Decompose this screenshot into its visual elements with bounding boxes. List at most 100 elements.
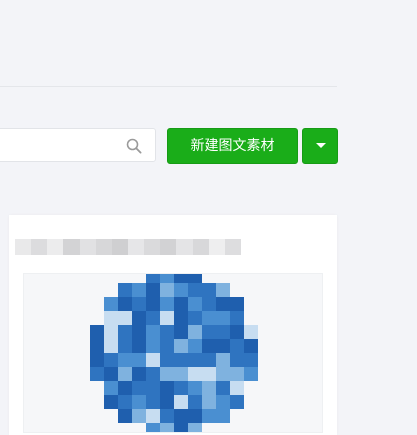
mosaic-pixel (230, 297, 244, 311)
mosaic-pixel (202, 283, 216, 297)
material-card[interactable] (9, 215, 337, 435)
mosaic-pixel (104, 367, 118, 381)
mosaic-pixel (174, 423, 188, 432)
mosaic-pixel (244, 339, 258, 353)
mosaic-pixel (132, 311, 146, 325)
mosaic-pixel (146, 283, 160, 297)
mosaic-pixel (244, 367, 258, 381)
mosaic-pixel (188, 423, 202, 432)
mosaic-pixel (160, 367, 174, 381)
mosaic-pixel (160, 283, 174, 297)
mosaic-pixel (146, 381, 160, 395)
mosaic-pixel (132, 395, 146, 409)
mosaic-pixel (216, 325, 230, 339)
mosaic-pixel (104, 353, 118, 367)
mosaic-pixel (216, 395, 230, 409)
mosaic-pixel (132, 325, 146, 339)
mosaic-pixel (230, 353, 244, 367)
mosaic-pixel (174, 283, 188, 297)
mosaic-pixel (216, 353, 230, 367)
mosaic-pixel (174, 311, 188, 325)
mosaic-pixel (174, 325, 188, 339)
mosaic-pixel (188, 283, 202, 297)
mosaic-pixel (230, 367, 244, 381)
mosaic-pixel (118, 395, 132, 409)
mosaic-pixel (146, 274, 160, 283)
mosaic-pixel (118, 339, 132, 353)
mosaic-pixel (216, 381, 230, 395)
mosaic-pixel (160, 297, 174, 311)
mosaic-pixel (104, 381, 118, 395)
card-title-mosaic (15, 239, 241, 255)
mosaic-pixel (174, 297, 188, 311)
search-input[interactable] (0, 129, 131, 161)
card-cover[interactable] (23, 273, 323, 433)
mosaic-pixel (174, 381, 188, 395)
mosaic-pixel (174, 409, 188, 423)
create-options-dropdown-button[interactable] (302, 128, 338, 164)
mosaic-pixel (160, 381, 174, 395)
mosaic-pixel (104, 395, 118, 409)
mosaic-pixel (104, 339, 118, 353)
header-divider (0, 86, 337, 87)
mosaic-pixel (202, 339, 216, 353)
mosaic-pixel (160, 274, 174, 283)
mosaic-pixel (90, 339, 104, 353)
search-icon[interactable] (126, 138, 142, 154)
create-article-button[interactable]: 新建图文素材 (167, 128, 298, 164)
mosaic-pixel (146, 409, 160, 423)
mosaic-pixel (188, 311, 202, 325)
mosaic-pixel (216, 283, 230, 297)
mosaic-pixel (160, 423, 174, 432)
mosaic-pixel (174, 274, 188, 283)
mosaic-pixel (202, 367, 216, 381)
mosaic-pixel (132, 367, 146, 381)
mosaic-pixel (188, 353, 202, 367)
mosaic-pixel (244, 353, 258, 367)
cover-mosaic-image (90, 274, 258, 432)
mosaic-pixel (202, 325, 216, 339)
mosaic-pixel (104, 311, 118, 325)
mosaic-pixel (132, 297, 146, 311)
mosaic-pixel (118, 367, 132, 381)
mosaic-pixel (90, 367, 104, 381)
mosaic-pixel (104, 325, 118, 339)
mosaic-pixel (174, 339, 188, 353)
search-box[interactable] (0, 128, 156, 162)
mosaic-pixel (104, 297, 118, 311)
mosaic-pixel (118, 283, 132, 297)
mosaic-pixel (160, 339, 174, 353)
mosaic-pixel (132, 283, 146, 297)
mosaic-pixel (132, 339, 146, 353)
mosaic-pixel (118, 311, 132, 325)
mosaic-pixel (160, 409, 174, 423)
mosaic-pixel (174, 353, 188, 367)
mosaic-pixel (188, 395, 202, 409)
mosaic-pixel (202, 395, 216, 409)
mosaic-pixel (174, 367, 188, 381)
mosaic-pixel (90, 325, 104, 339)
mosaic-pixel (216, 311, 230, 325)
mosaic-pixel (230, 325, 244, 339)
mosaic-pixel (118, 353, 132, 367)
mosaic-pixel (216, 339, 230, 353)
mosaic-pixel (216, 409, 230, 423)
mosaic-pixel (174, 395, 188, 409)
mosaic-pixel (118, 297, 132, 311)
mosaic-pixel (202, 353, 216, 367)
mosaic-pixel (230, 339, 244, 353)
mosaic-pixel (146, 423, 160, 432)
mosaic-pixel (132, 409, 146, 423)
mosaic-pixel (160, 353, 174, 367)
mosaic-pixel (146, 339, 160, 353)
mosaic-pixel (132, 353, 146, 367)
mosaic-pixel (90, 353, 104, 367)
mosaic-pixel (188, 409, 202, 423)
mosaic-pixel (230, 395, 244, 409)
mosaic-pixel (188, 367, 202, 381)
mosaic-pixel (216, 367, 230, 381)
mosaic-pixel (146, 297, 160, 311)
mosaic-pixel (188, 381, 202, 395)
mosaic-pixel (118, 325, 132, 339)
mosaic-pixel (202, 311, 216, 325)
